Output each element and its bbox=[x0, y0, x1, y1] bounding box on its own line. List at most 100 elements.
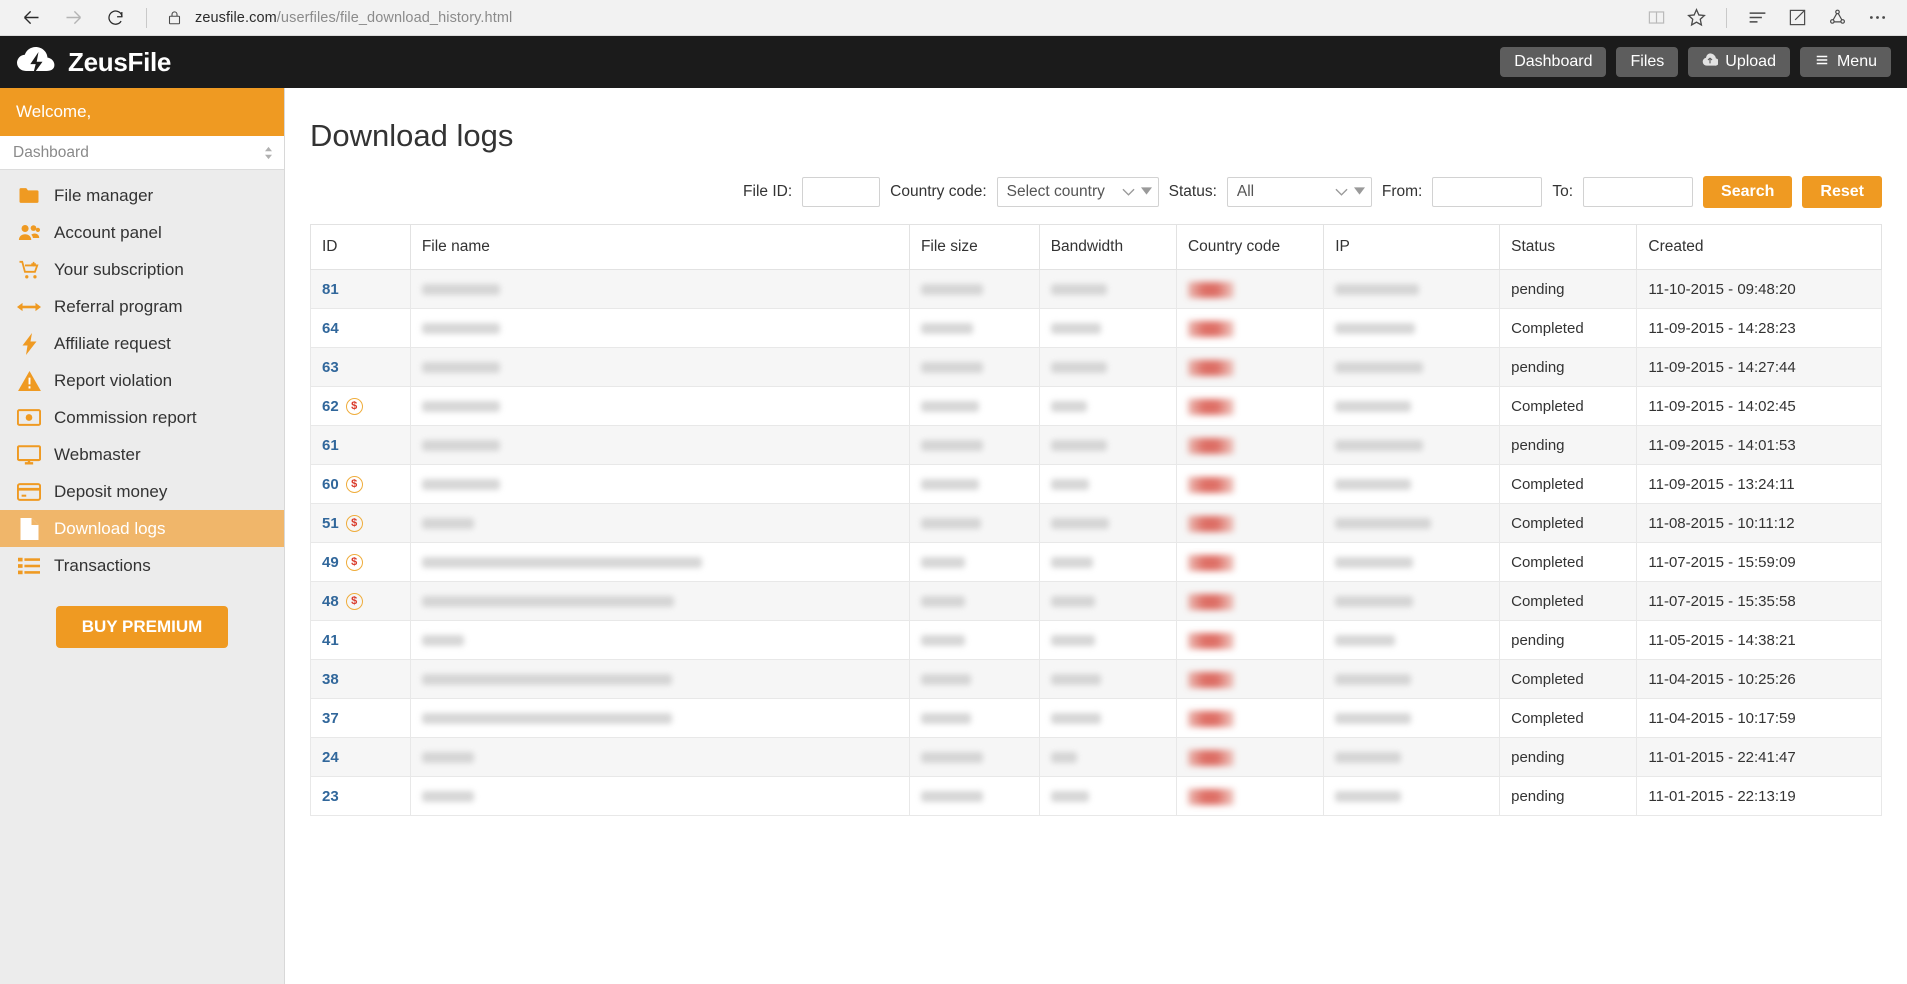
forward-arrow-icon[interactable] bbox=[52, 1, 94, 35]
file-id-link[interactable]: 41 bbox=[322, 632, 339, 649]
sidebar-item-referral-program[interactable]: Referral program bbox=[0, 288, 284, 325]
to-label: To: bbox=[1552, 183, 1574, 200]
cloud-upload-icon bbox=[1702, 52, 1720, 73]
cell-bandwidth bbox=[1038, 269, 1177, 309]
sidebar-item-affiliate-request[interactable]: Affiliate request bbox=[0, 325, 284, 362]
refresh-icon[interactable] bbox=[94, 1, 136, 35]
sidebar-item-your-subscription[interactable]: Your subscription bbox=[0, 251, 284, 288]
file-id-link[interactable]: 24 bbox=[322, 749, 339, 766]
main-content: Download logs File ID: Country code: Sel… bbox=[285, 88, 1907, 984]
cell-file-name bbox=[409, 581, 910, 621]
brand-logo[interactable]: ZeusFile bbox=[14, 44, 171, 81]
redacted-value bbox=[1050, 323, 1101, 335]
dashboard-select[interactable]: Dashboard bbox=[0, 136, 284, 170]
redacted-value bbox=[1187, 788, 1234, 805]
hub-lines-icon[interactable] bbox=[1737, 1, 1777, 35]
sidebar-item-download-logs[interactable]: Download logs bbox=[0, 510, 284, 547]
cloud-lightning-icon bbox=[14, 44, 60, 81]
cell-status: Completed bbox=[1499, 503, 1638, 543]
toolbar-divider bbox=[146, 7, 147, 28]
sidebar-item-account-panel[interactable]: Account panel bbox=[0, 214, 284, 251]
file-id-link[interactable]: 63 bbox=[322, 359, 339, 376]
address-bar[interactable]: zeusfile.com/userfiles/file_download_his… bbox=[191, 10, 1636, 26]
header-nav: Dashboard Files Upload Menu bbox=[1500, 47, 1891, 77]
from-date-input[interactable] bbox=[1432, 177, 1543, 207]
table-header-row: ID File name File size Bandwidth Country… bbox=[310, 224, 1882, 270]
nav-upload-button[interactable]: Upload bbox=[1688, 47, 1790, 77]
sidebar-item-webmaster[interactable]: Webmaster bbox=[0, 436, 284, 473]
col-status[interactable]: Status bbox=[1499, 224, 1638, 270]
cell-status: pending bbox=[1499, 425, 1638, 465]
sidebar-label-commission-report: Commission report bbox=[54, 407, 197, 427]
sidebar-item-commission-report[interactable]: Commission report bbox=[0, 399, 284, 436]
file-id-link[interactable]: 51 bbox=[322, 515, 339, 532]
redacted-value bbox=[920, 518, 981, 530]
redacted-value bbox=[1335, 557, 1414, 569]
redacted-value bbox=[421, 635, 464, 647]
col-created[interactable]: Created bbox=[1636, 224, 1882, 270]
buy-premium-button[interactable]: BUY PREMIUM bbox=[56, 606, 228, 648]
nav-menu-button[interactable]: Menu bbox=[1799, 47, 1891, 77]
cell-bandwidth bbox=[1038, 464, 1177, 504]
col-bandwidth[interactable]: Bandwidth bbox=[1038, 224, 1177, 270]
more-ellipsis-icon[interactable] bbox=[1857, 1, 1897, 35]
file-id-input[interactable] bbox=[802, 177, 881, 207]
col-file-name[interactable]: File name bbox=[409, 224, 910, 270]
file-id-link[interactable]: 81 bbox=[322, 281, 339, 298]
col-ip[interactable]: IP bbox=[1323, 224, 1501, 270]
file-id-link[interactable]: 23 bbox=[322, 788, 339, 805]
paid-dollar-icon: $ bbox=[345, 397, 363, 415]
col-file-size[interactable]: File size bbox=[908, 224, 1040, 270]
cell-id: 63 bbox=[310, 347, 411, 387]
to-date-input[interactable] bbox=[1583, 177, 1694, 207]
book-icon[interactable] bbox=[1636, 1, 1676, 35]
cell-country-code bbox=[1175, 308, 1325, 348]
cell-file-size bbox=[908, 776, 1040, 816]
table-row: 64 Completed 11-09-2015 - 14:28:23 bbox=[310, 308, 1882, 348]
file-id-link[interactable]: 48 bbox=[322, 593, 339, 610]
folder-icon bbox=[17, 185, 41, 207]
country-select[interactable]: Select country bbox=[996, 177, 1159, 207]
file-id-link[interactable]: 49 bbox=[322, 554, 339, 571]
table-row: 61 pending 11-09-2015 - 14:01:53 bbox=[310, 425, 1882, 465]
cell-file-name bbox=[409, 659, 910, 699]
status-select[interactable]: All bbox=[1226, 177, 1372, 207]
table-container: ID File name File size Bandwidth Country… bbox=[285, 224, 1907, 816]
reset-button[interactable]: Reset bbox=[1802, 176, 1882, 208]
sidebar-item-file-manager[interactable]: File manager bbox=[0, 177, 284, 214]
redacted-value bbox=[1050, 557, 1093, 569]
cell-file-size bbox=[908, 386, 1040, 426]
cell-file-size bbox=[908, 737, 1040, 777]
nav-dashboard-button[interactable]: Dashboard bbox=[1500, 47, 1607, 77]
cell-file-name bbox=[409, 269, 910, 309]
file-id-link[interactable]: 62 bbox=[322, 398, 339, 415]
nav-files-label: Files bbox=[1630, 53, 1665, 70]
redacted-value bbox=[920, 791, 983, 803]
back-arrow-icon[interactable] bbox=[10, 1, 52, 35]
file-id-link[interactable]: 60 bbox=[322, 476, 339, 493]
sidebar-item-deposit-money[interactable]: Deposit money bbox=[0, 473, 284, 510]
file-id-link[interactable]: 61 bbox=[322, 437, 339, 454]
sidebar-item-report-violation[interactable]: Report violation bbox=[0, 362, 284, 399]
sidebar-item-transactions[interactable]: Transactions bbox=[0, 547, 284, 584]
search-button[interactable]: Search bbox=[1703, 176, 1793, 208]
file-id-link[interactable]: 38 bbox=[322, 671, 339, 688]
file-id-link[interactable]: 64 bbox=[322, 320, 339, 337]
sidebar-label-deposit-money: Deposit money bbox=[54, 481, 168, 501]
star-icon[interactable] bbox=[1676, 1, 1716, 35]
note-edit-icon[interactable] bbox=[1777, 1, 1817, 35]
sidebar-label-file-manager: File manager bbox=[54, 185, 154, 205]
col-id[interactable]: ID bbox=[310, 224, 411, 270]
cell-id: 23 bbox=[310, 776, 411, 816]
cell-file-name bbox=[409, 386, 910, 426]
nav-files-button[interactable]: Files bbox=[1616, 47, 1679, 77]
col-country-code[interactable]: Country code bbox=[1175, 224, 1325, 270]
cell-file-size bbox=[908, 308, 1040, 348]
cell-country-code bbox=[1175, 464, 1325, 504]
redacted-value bbox=[1187, 281, 1234, 298]
table-row: 24 pending 11-01-2015 - 22:41:47 bbox=[310, 737, 1882, 777]
redacted-value bbox=[1335, 635, 1396, 647]
file-id-link[interactable]: 37 bbox=[322, 710, 339, 727]
cell-id: 60 $ bbox=[310, 464, 411, 504]
share-icon[interactable] bbox=[1817, 1, 1857, 35]
